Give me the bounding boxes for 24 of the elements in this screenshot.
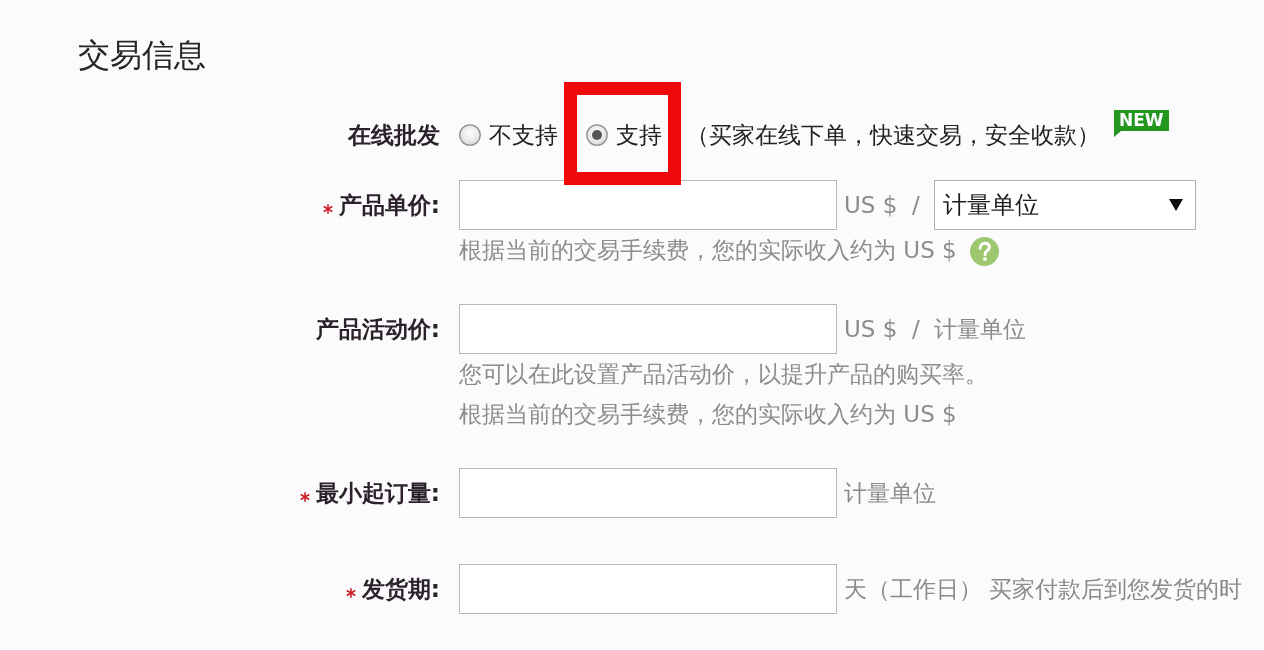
caret-down-icon [1168,199,1183,211]
unit-text: US $ / [844,192,920,218]
unit-text: US $ / 计量单位 [844,314,1027,344]
section-title: 交易信息 [78,38,206,72]
input-field[interactable] [459,180,837,230]
input-field[interactable] [459,304,837,354]
field-label: 产品活动价: [315,314,440,344]
unit-text: 计量单位 [844,478,936,508]
unit-text: 天（工作日） 买家付款后到您发货的时 [844,574,1243,604]
field-label: 发货期: [361,574,440,604]
input-field[interactable] [459,564,837,614]
hint-text: 根据当前的交易手续费，您的实际收入约为 US $ [459,235,957,265]
input-field[interactable] [459,468,837,518]
new-badge: NEW [1114,110,1169,137]
unit-select[interactable]: 计量单位 [933,180,1196,230]
option-description: （买家在线下单，快速交易，安全收款） [686,120,1100,150]
help-icon[interactable] [969,236,999,266]
radio-option[interactable]: 支持 [586,119,662,151]
field-label: 在线批发 [348,120,440,150]
field-label: 产品单价: [338,190,440,220]
hint-text: 根据当前的交易手续费，您的实际收入约为 US $ [459,399,957,429]
radio-option[interactable]: 不支持 [459,119,558,151]
hint-text: 您可以在此设置产品活动价，以提升产品的购买率。 [459,359,988,389]
field-label: 最小起订量: [315,478,440,508]
